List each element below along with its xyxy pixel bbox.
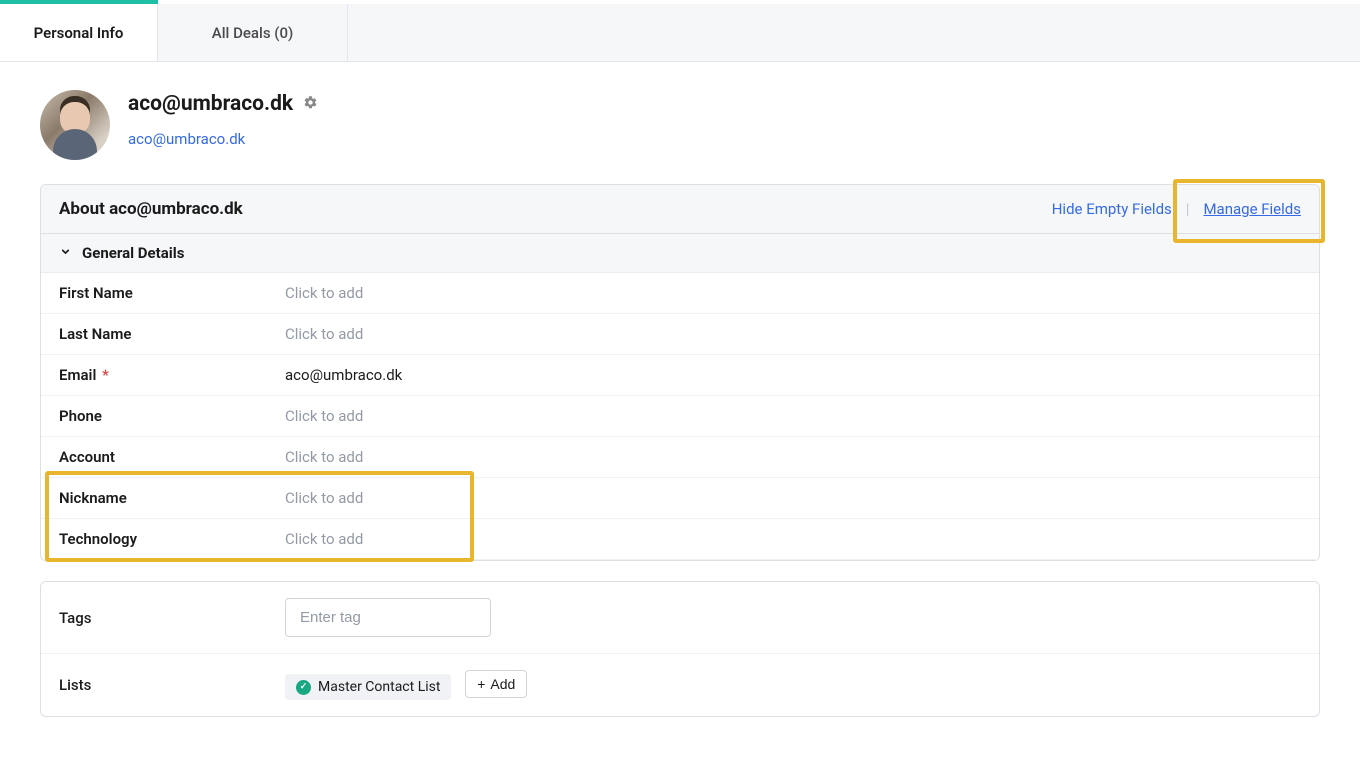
tab-label: Personal Info [34, 24, 124, 42]
general-details-toggle[interactable]: General Details [41, 234, 1319, 273]
field-row-email: Email * aco@umbraco.dk [41, 355, 1319, 396]
field-row-nickname: Nickname Click to add [41, 478, 1319, 519]
section-title: General Details [82, 244, 184, 262]
field-label: Email * [59, 366, 285, 384]
add-label: Add [490, 676, 515, 692]
about-card-header: About aco@umbraco.dk Hide Empty Fields |… [41, 185, 1319, 234]
add-list-button[interactable]: + Add [465, 670, 527, 698]
field-row-last-name: Last Name Click to add [41, 314, 1319, 355]
tab-personal-info[interactable]: Personal Info [0, 4, 158, 61]
profile-name: aco@umbraco.dk [128, 92, 293, 116]
chevron-down-icon [59, 245, 72, 262]
field-value-placeholder[interactable]: Click to add [285, 284, 363, 302]
field-label: Phone [59, 407, 285, 425]
tags-input[interactable] [285, 598, 491, 637]
about-title: About aco@umbraco.dk [59, 199, 243, 219]
list-chip-master[interactable]: ✓ Master Contact List [285, 674, 451, 700]
tab-label: All Deals (0) [212, 24, 293, 42]
field-value-placeholder[interactable]: Click to add [285, 325, 363, 343]
field-row-phone: Phone Click to add [41, 396, 1319, 437]
required-star-icon: * [98, 366, 108, 384]
plus-icon: + [477, 676, 485, 692]
meta-card: Tags Lists ✓ Master Contact List + Add [40, 581, 1320, 717]
field-row-account: Account Click to add [41, 437, 1319, 478]
field-row-technology: Technology Click to add [41, 519, 1319, 560]
profile-header: aco@umbraco.dk aco@umbraco.dk [0, 62, 1360, 184]
manage-fields-link[interactable]: Manage Fields [1203, 200, 1301, 218]
tabs-bar: Personal Info All Deals (0) [0, 4, 1360, 62]
gear-icon[interactable] [303, 95, 318, 114]
field-value[interactable]: aco@umbraco.dk [285, 366, 402, 384]
lists-row: Lists ✓ Master Contact List + Add [41, 654, 1319, 716]
tags-row: Tags [41, 582, 1319, 654]
profile-email-link[interactable]: aco@umbraco.dk [128, 130, 318, 148]
list-chip-label: Master Contact List [318, 679, 440, 695]
field-label: Account [59, 448, 285, 466]
field-label: Technology [59, 530, 285, 548]
check-circle-icon: ✓ [296, 680, 311, 695]
lists-label: Lists [59, 676, 285, 694]
tab-all-deals[interactable]: All Deals (0) [158, 4, 348, 61]
field-value-placeholder[interactable]: Click to add [285, 448, 363, 466]
field-value-placeholder[interactable]: Click to add [285, 489, 363, 507]
field-row-first-name: First Name Click to add [41, 273, 1319, 314]
field-label: First Name [59, 284, 285, 302]
tags-label: Tags [59, 609, 285, 627]
field-label: Last Name [59, 325, 285, 343]
avatar [40, 90, 110, 160]
field-value-placeholder[interactable]: Click to add [285, 530, 363, 548]
about-card: About aco@umbraco.dk Hide Empty Fields |… [40, 184, 1320, 561]
vertical-divider: | [1186, 200, 1190, 218]
field-value-placeholder[interactable]: Click to add [285, 407, 363, 425]
field-label: Nickname [59, 489, 285, 507]
hide-empty-fields-link[interactable]: Hide Empty Fields [1052, 200, 1172, 218]
